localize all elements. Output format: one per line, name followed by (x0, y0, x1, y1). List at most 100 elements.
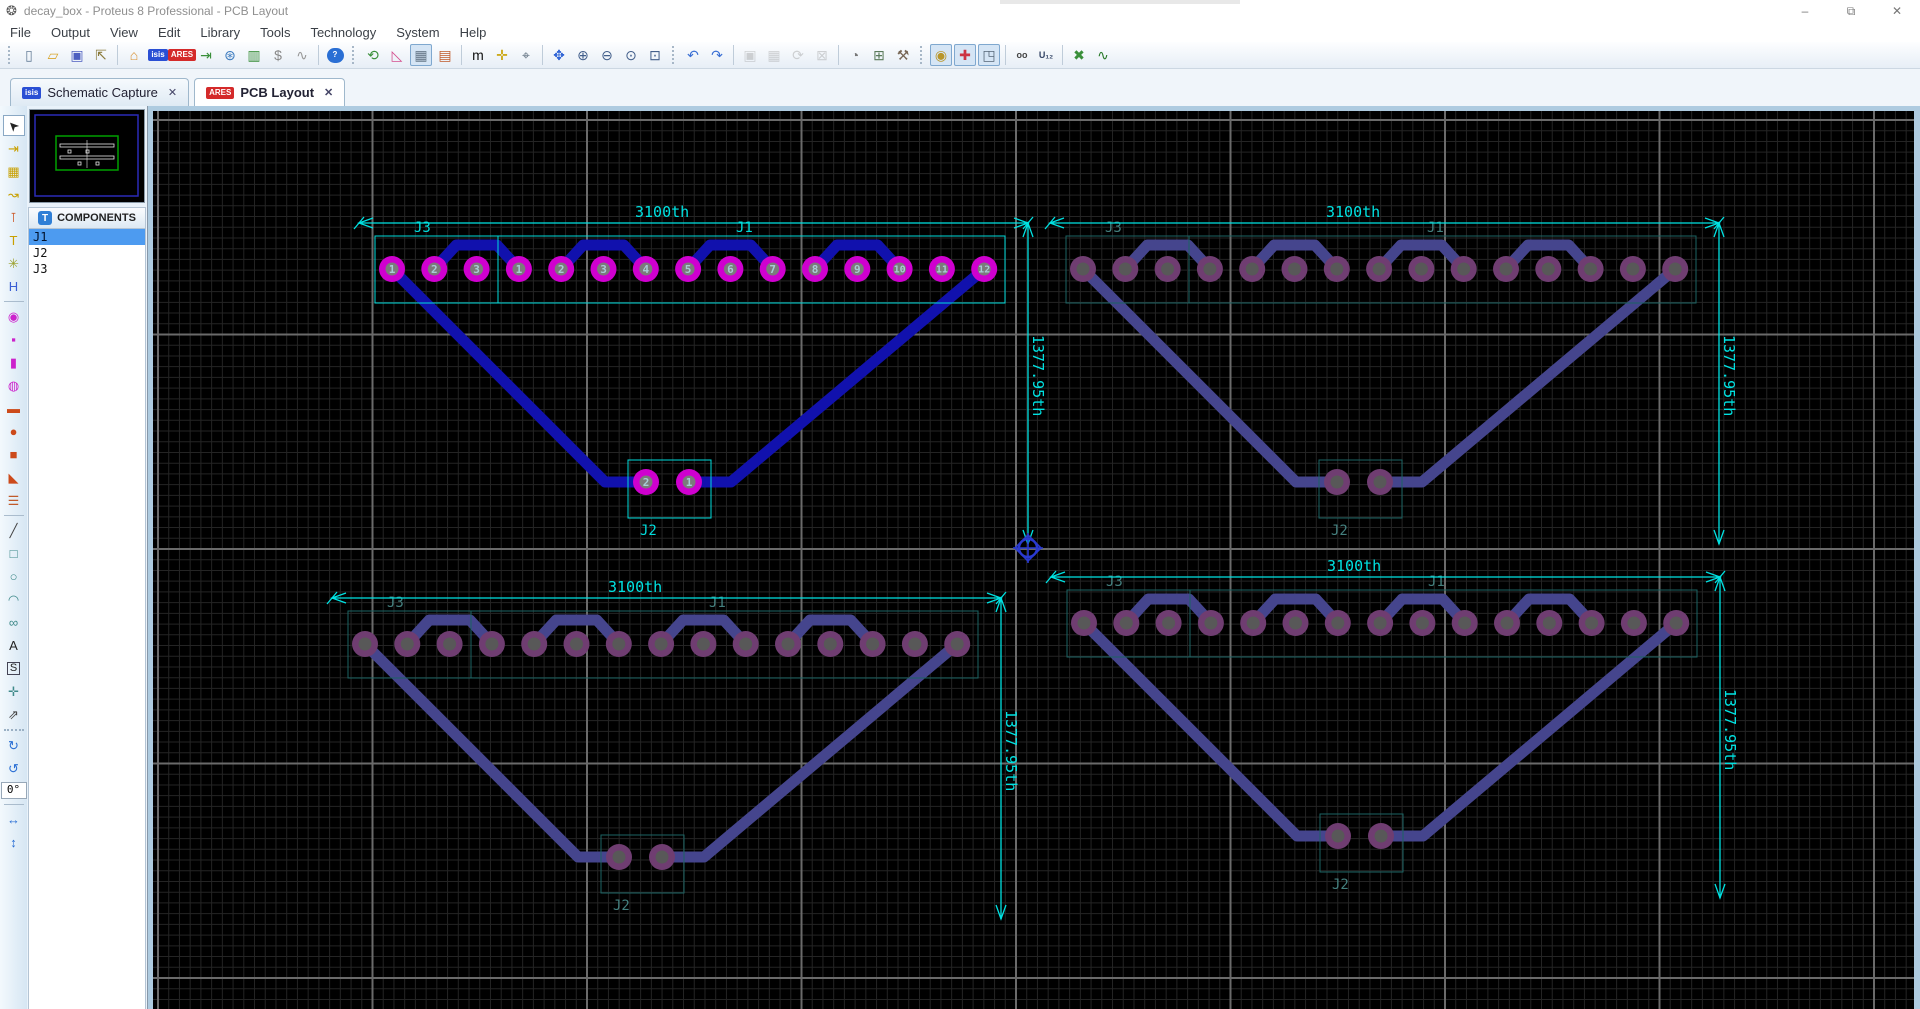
menu-library[interactable]: Library (190, 25, 250, 40)
toolbar-grip (352, 46, 356, 64)
minimize-button[interactable]: – (1782, 0, 1828, 22)
pad-square-icon[interactable]: ▪ (3, 329, 25, 350)
padstack-icon[interactable]: ☰ (3, 490, 25, 511)
pad-round-icon[interactable]: ◉ (3, 306, 25, 327)
graphics-path-icon[interactable]: ∞ (3, 612, 25, 633)
menu-output[interactable]: Output (41, 25, 100, 40)
selection-mode-icon[interactable]: ➤ (2, 115, 25, 136)
new-file-icon[interactable]: ▯ (18, 44, 40, 66)
design-overview[interactable] (29, 109, 145, 203)
graphics-symbol-icon[interactable]: S (3, 658, 25, 679)
graphics-circle-icon[interactable]: ○ (3, 566, 25, 587)
redo-icon[interactable]: ↷ (706, 44, 728, 66)
block-rotate-icon[interactable]: ⟳ (787, 44, 809, 66)
zoom-out-icon[interactable]: ⊖ (596, 44, 618, 66)
snap-pin-icon[interactable]: ✚ (954, 44, 976, 66)
pad-oval-icon[interactable]: ◍ (3, 375, 25, 396)
origin-set-icon[interactable]: ✛ (491, 44, 513, 66)
graphics-marker-icon[interactable]: ✛ (3, 681, 25, 702)
board-bottom-left[interactable]: J3 J1J23100th1377.95th (326, 578, 1020, 921)
pad-smt-roundrect-icon[interactable]: ▬ (3, 398, 25, 419)
menu-file[interactable]: File (0, 25, 41, 40)
redraw-icon[interactable]: ⟲ (362, 44, 384, 66)
isis-schematic-icon[interactable]: isis (147, 44, 169, 66)
web-globe-icon[interactable]: ⊛ (219, 44, 241, 66)
menu-system[interactable]: System (386, 25, 449, 40)
svg-text:3100th: 3100th (1326, 203, 1380, 221)
component-row-j3[interactable]: J3 (29, 261, 145, 277)
flip-horizontal-icon[interactable]: ↔ (3, 809, 25, 830)
home-icon[interactable]: ⌂ (123, 44, 145, 66)
svg-text:1: 1 (686, 476, 693, 489)
menu-tools[interactable]: Tools (250, 25, 300, 40)
tool-divider (3, 729, 24, 731)
pad-smt-polygon-icon[interactable]: ◣ (3, 467, 25, 488)
block-copy-icon[interactable]: ▣ (739, 44, 761, 66)
pick-parts-icon[interactable]: ◔ (844, 44, 866, 66)
close-button[interactable]: ✕ (1874, 0, 1920, 22)
restore-button[interactable]: ⧉ (1828, 0, 1874, 22)
bill-of-materials-icon[interactable]: $ (267, 44, 289, 66)
design-statistics-icon[interactable]: ∿ (1092, 44, 1114, 66)
zoom-full-icon[interactable]: ⊙ (620, 44, 642, 66)
component-mode-icon[interactable]: ⇥ (3, 138, 25, 159)
component-row-j2[interactable]: J2 (29, 245, 145, 261)
ares-pcb-icon[interactable]: ARES (167, 44, 197, 66)
layer-display-icon[interactable]: ▤ (434, 44, 456, 66)
component-row-j1[interactable]: J1 (29, 229, 145, 245)
graphics-box-icon[interactable]: □ (3, 543, 25, 564)
junction-mode-icon[interactable]: ✳ (3, 253, 25, 274)
find-component-icon[interactable]: oo (1011, 44, 1033, 66)
pcb-canvas[interactable]: J3 J1J21 2 3 1 2 3 4 5 6 7 8 9 10 11 122 13100th1377.95t… (153, 111, 1914, 1009)
import-exit-icon[interactable]: ⇱ (90, 44, 112, 66)
trace-mode-icon[interactable]: ↝ (3, 184, 25, 205)
tab-pcb-layout[interactable]: ARES PCB Layout ✕ (194, 78, 346, 106)
graphics-line-icon[interactable]: ╱ (3, 520, 25, 541)
pad-smt-square-icon[interactable]: ■ (3, 444, 25, 465)
make-package-icon[interactable]: ⊞ (868, 44, 890, 66)
block-delete-icon[interactable]: ⊠ (811, 44, 833, 66)
pan-icon[interactable]: ✥ (548, 44, 570, 66)
rotate-clockwise-icon[interactable]: ↻ (3, 735, 25, 756)
metric-toggle-icon[interactable]: m (467, 44, 489, 66)
pad-dil-icon[interactable]: ▮ (3, 352, 25, 373)
graphics-text-icon[interactable]: A (3, 635, 25, 656)
rotation-angle-field[interactable]: 0° (0, 782, 27, 799)
menu-technology[interactable]: Technology (300, 25, 386, 40)
rotate-anticlockwise-icon[interactable]: ↺ (3, 758, 25, 779)
tab-schematic-capture[interactable]: isis Schematic Capture ✕ (10, 78, 190, 106)
set-square-icon[interactable]: ◺ (386, 44, 408, 66)
dimension-mode-icon[interactable]: ⇗ (3, 704, 25, 725)
select-filter-icon[interactable]: ◳ (978, 44, 1000, 66)
design-meter-icon[interactable]: ∿ (291, 44, 313, 66)
ratsnest-route-icon[interactable]: ✖ (1068, 44, 1090, 66)
tools-config-icon[interactable]: ⚒ (892, 44, 914, 66)
undo-icon[interactable]: ↶ (682, 44, 704, 66)
grid-toggle-icon[interactable]: ▦ (410, 44, 432, 66)
zoom-in-icon[interactable]: ⊕ (572, 44, 594, 66)
svg-text:3: 3 (473, 263, 480, 276)
cursor-coords-icon[interactable]: ⌖ (515, 44, 537, 66)
graphics-arc-icon[interactable]: ◠ (3, 589, 25, 610)
menu-help[interactable]: Help (450, 25, 497, 40)
zoom-area-icon[interactable]: ⊡ (644, 44, 666, 66)
menu-edit[interactable]: Edit (148, 25, 190, 40)
ratsnest-mode-icon[interactable]: H (3, 276, 25, 297)
import-design-icon[interactable]: ⇥ (195, 44, 217, 66)
package-mode-icon[interactable]: ▦ (3, 161, 25, 182)
flip-vertical-icon[interactable]: ↕ (3, 832, 25, 853)
via-mode-icon[interactable]: ⊺ (3, 207, 25, 228)
tab-schematic-capture-close-icon[interactable]: ✕ (168, 86, 177, 99)
goto-component-icon[interactable]: U₁₂ (1035, 44, 1057, 66)
pad-smt-circle-icon[interactable]: ● (3, 421, 25, 442)
tab-pcb-layout-close-icon[interactable]: ✕ (324, 86, 333, 99)
bom-sheet-icon[interactable]: ▥ (243, 44, 265, 66)
trace-angle-lock-icon[interactable]: ◉ (930, 44, 952, 66)
save-icon[interactable]: ▣ (66, 44, 88, 66)
menu-view[interactable]: View (100, 25, 148, 40)
help-icon[interactable]: ? (324, 44, 346, 66)
block-move-icon[interactable]: ▦ (763, 44, 785, 66)
text-mode-icon[interactable]: T (3, 230, 25, 251)
board-bottom-right[interactable]: J3 J1J23100th1377.95th (1045, 557, 1739, 900)
open-folder-icon[interactable]: ▱ (42, 44, 64, 66)
